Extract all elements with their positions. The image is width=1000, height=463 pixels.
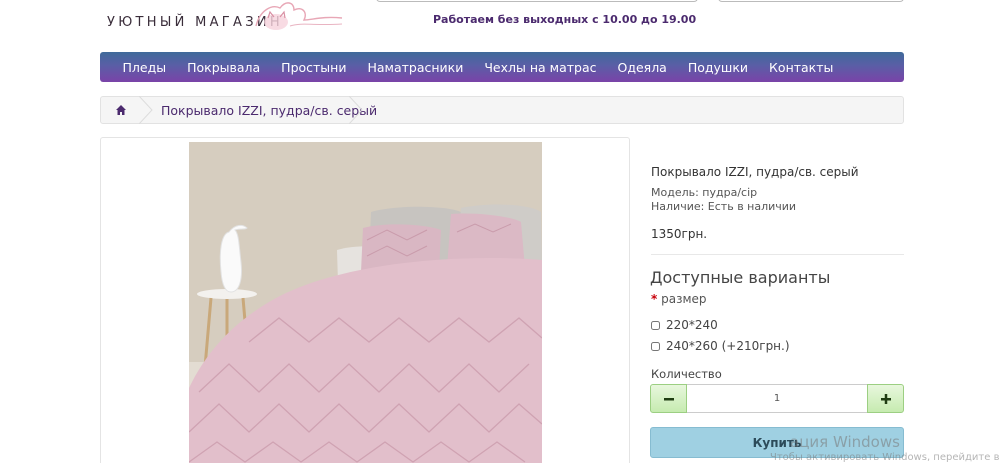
size-option-240x260[interactable]: 240*260 (+210грн.) [651,339,790,353]
logo-top-fragment [130,0,240,6]
minus-icon [663,397,674,400]
quantity-input[interactable]: 1 [687,384,867,413]
plus-icon [880,393,891,404]
size-label: * размер [651,292,707,306]
product-page: УЮТНЫЙ МАГАЗИН Работаем без выходных с 1… [0,0,1000,463]
size-option-label: 240*260 (+210грн.) [666,339,790,353]
home-icon[interactable] [115,104,127,116]
cart-button[interactable] [718,0,904,2]
nav-item-podushki[interactable]: Подушки [677,60,758,75]
product-title: Покрывало IZZI, пудра/св. серый [651,165,859,179]
nav-item-pledy[interactable]: Пледы [112,60,177,75]
breadcrumb: Покрывало IZZI, пудра/св. серый [100,96,904,124]
nav-item-pokryvala[interactable]: Покрывала [177,60,271,75]
quantity-stepper: 1 [650,384,904,413]
nav-item-chekhly[interactable]: Чехлы на матрас [474,60,607,75]
quantity-label: Количество [651,367,722,381]
product-price: 1350грн. [651,227,708,241]
breadcrumb-separator [139,96,153,124]
nav-item-odeyala[interactable]: Одеяла [607,60,677,75]
cat-logo-icon [255,2,343,30]
search-input[interactable] [376,0,698,2]
size-option-label: 220*240 [666,318,718,332]
breadcrumb-separator [349,96,363,124]
options-heading: Доступные варианты [650,268,831,287]
windows-activation-hint: Чтобы активировать Windows, перейдите в … [770,452,1000,463]
nav-item-namatrasniki[interactable]: Наматрасники [357,60,474,75]
product-image[interactable] [189,142,542,463]
size-label-text: размер [661,292,707,306]
product-availability: Наличие: Есть в наличии [651,200,797,213]
windows-activation-watermark: ация Windows [790,433,900,451]
quantity-increase-button[interactable] [867,384,904,413]
size-checkbox-220x240[interactable] [651,320,660,330]
divider [651,254,904,255]
size-checkbox-240x260[interactable] [651,341,660,351]
size-option-220x240[interactable]: 220*240 [651,318,718,332]
required-mark: * [651,292,658,306]
quantity-decrease-button[interactable] [650,384,687,413]
nav-item-kontakty[interactable]: Контакты [759,60,844,75]
main-nav: Пледы Покрывала Простыни Наматрасники Че… [100,52,904,82]
work-hours-text: Работаем без выходных с 10.00 до 19.00 [433,13,697,26]
product-image-panel [100,137,630,463]
nav-item-prostyni[interactable]: Простыни [271,60,357,75]
breadcrumb-current[interactable]: Покрывало IZZI, пудра/св. серый [161,103,377,118]
product-model: Модель: пудра/сір [651,186,758,199]
